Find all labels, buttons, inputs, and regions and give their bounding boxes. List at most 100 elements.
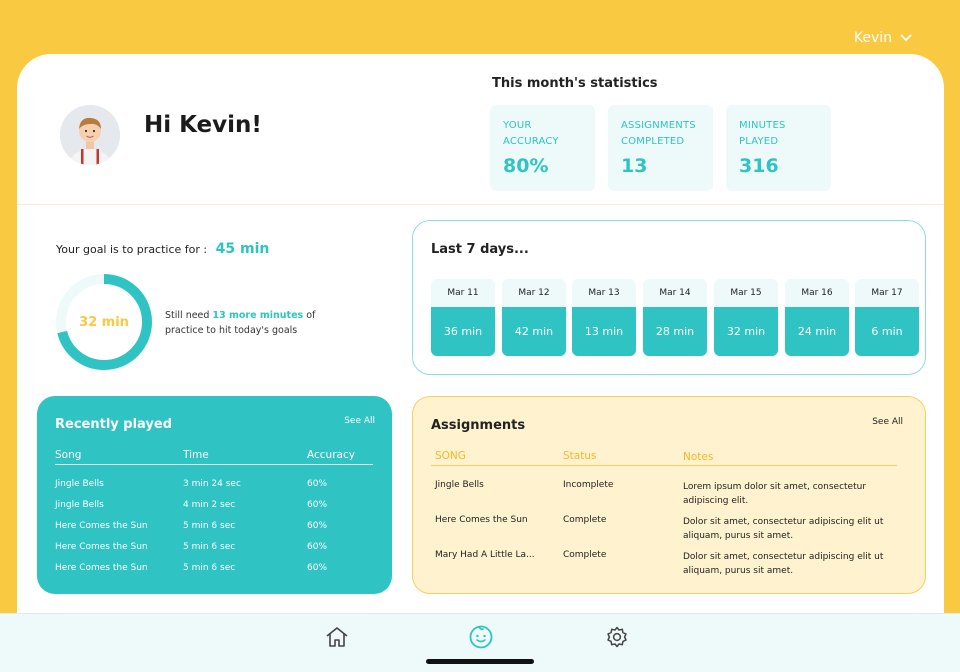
song-cell: Here Comes the Sun: [55, 521, 148, 531]
day-date: Mar 17: [871, 288, 903, 298]
stat-label: ASSIGNMENTS: [621, 120, 696, 131]
day-card[interactable]: Mar 17 6 min: [855, 279, 919, 356]
day-card[interactable]: Mar 11 36 min: [431, 279, 495, 356]
stat-label: ACCURACY: [503, 136, 559, 147]
status-cell: Complete: [563, 550, 607, 560]
kid-face-icon[interactable]: [468, 624, 494, 650]
table-row[interactable]: Jingle Bells 3 min 24 sec 60%: [55, 479, 373, 493]
time-cell: 5 min 6 sec: [183, 521, 236, 531]
user-menu[interactable]: Kevin: [854, 30, 912, 46]
column-header-accuracy[interactable]: Accuracy: [307, 449, 355, 461]
recently-played-table-header: Song Time Accuracy: [55, 449, 373, 465]
main-card: Hi Kevin! This month's statistics YOUR A…: [17, 54, 944, 634]
need-prefix: Still need: [165, 310, 213, 321]
stats-title: This month's statistics: [492, 76, 658, 91]
goal-progress-ring: 32 min: [54, 272, 154, 372]
goal-value: 45 min: [215, 241, 270, 257]
day-minutes: 42 min: [502, 307, 566, 356]
gear-icon[interactable]: [604, 624, 630, 650]
table-row[interactable]: Here Comes the Sun 5 min 6 sec 60%: [55, 563, 373, 577]
column-header-notes[interactable]: Notes: [683, 450, 903, 464]
day-minutes: 6 min: [855, 307, 919, 356]
table-row[interactable]: Here Comes the Sun 5 min 6 sec 60%: [55, 542, 373, 556]
day-date: Mar 14: [659, 288, 691, 298]
song-cell: Mary Had A Little La...: [435, 550, 535, 560]
day-minutes: 13 min: [572, 307, 636, 356]
table-row[interactable]: Jingle Bells 4 min 2 sec 60%: [55, 500, 373, 514]
table-row[interactable]: Here Comes the Sun Complete Dolor sit am…: [431, 515, 897, 545]
need-highlight: 13 more minutes: [212, 310, 304, 321]
assignments-table-header: SONG Status Notes: [431, 450, 897, 466]
day-card[interactable]: Mar 15 32 min: [714, 279, 778, 356]
stat-card-accuracy: YOUR ACCURACY 80%: [490, 105, 595, 191]
column-header-song[interactable]: Song: [55, 449, 81, 461]
song-cell: Jingle Bells: [55, 479, 104, 489]
accuracy-cell: 60%: [307, 500, 328, 510]
song-cell: Here Comes the Sun: [55, 563, 148, 573]
recently-played-panel: Recently played See All Song Time Accura…: [37, 396, 392, 594]
day-card[interactable]: Mar 14 28 min: [643, 279, 707, 356]
time-cell: 3 min 24 sec: [183, 479, 241, 489]
song-cell: Here Comes the Sun: [435, 515, 528, 525]
day-card[interactable]: Mar 12 42 min: [502, 279, 566, 356]
goal-progress-text: 32 min: [79, 314, 129, 330]
greeting: Hi Kevin!: [144, 112, 262, 138]
day-date: Mar 15: [730, 288, 762, 298]
day-date: Mar 11: [447, 288, 479, 298]
day-minutes: 28 min: [643, 307, 707, 356]
stat-label: MINUTES: [739, 120, 786, 131]
song-cell: Jingle Bells: [435, 480, 484, 490]
stat-value: 13: [621, 155, 648, 177]
last-7-days-title: Last 7 days...: [431, 242, 529, 257]
assignments-panel: Assignments See All SONG Status Notes Ji…: [412, 396, 926, 594]
still-need-text: Still need 13 more minutes of practice t…: [165, 308, 315, 338]
accuracy-cell: 60%: [307, 521, 328, 531]
table-row[interactable]: Jingle Bells Incomplete Lorem ipsum dolo…: [431, 480, 897, 510]
day-date: Mar 13: [588, 288, 620, 298]
bottom-nav-bar: [0, 613, 960, 672]
need-suffix: of: [303, 310, 316, 321]
home-icon[interactable]: [324, 624, 350, 650]
song-cell: Jingle Bells: [55, 500, 104, 510]
status-cell: Complete: [563, 515, 607, 525]
status-cell: Incomplete: [563, 480, 614, 490]
day-date: Mar 12: [518, 288, 550, 298]
song-cell: Here Comes the Sun: [55, 542, 148, 552]
time-cell: 4 min 2 sec: [183, 500, 236, 510]
table-row[interactable]: Mary Had A Little La... Complete Dolor s…: [431, 550, 897, 580]
need-line2: practice to hit today's goals: [165, 325, 298, 336]
header-section: Hi Kevin! This month's statistics YOUR A…: [17, 54, 944, 205]
day-minutes: 24 min: [785, 307, 849, 356]
last-7-days-panel: Last 7 days... Mar 11 36 min Mar 12 42 m…: [412, 220, 926, 375]
stat-card-assignments: ASSIGNMENTS COMPLETED 13: [608, 105, 713, 191]
assignments-see-all-link[interactable]: See All: [872, 417, 903, 427]
table-row[interactable]: Here Comes the Sun 5 min 6 sec 60%: [55, 521, 373, 535]
column-header-song[interactable]: SONG: [435, 450, 466, 462]
column-header-status[interactable]: Status: [563, 450, 596, 462]
day-card[interactable]: Mar 13 13 min: [572, 279, 636, 356]
accuracy-cell: 60%: [307, 479, 328, 489]
stat-value: 316: [739, 155, 779, 177]
recently-played-see-all-link[interactable]: See All: [344, 416, 375, 426]
goal-text: Your goal is to practice for : 45 min: [56, 241, 269, 257]
column-header-time[interactable]: Time: [183, 449, 209, 461]
accuracy-cell: 60%: [307, 563, 328, 573]
user-name: Kevin: [853, 30, 892, 46]
time-cell: 5 min 6 sec: [183, 563, 236, 573]
stat-value: 80%: [503, 155, 549, 177]
stat-card-minutes: MINUTES PLAYED 316: [726, 105, 831, 191]
time-cell: 5 min 6 sec: [183, 542, 236, 552]
avatar: [60, 105, 120, 165]
accuracy-cell: 60%: [307, 542, 328, 552]
day-date: Mar 16: [801, 288, 833, 298]
stat-label: YOUR: [503, 120, 532, 131]
day-minutes: 36 min: [431, 307, 495, 356]
goal-label: Your goal is to practice for :: [56, 243, 208, 256]
home-indicator: [426, 659, 534, 664]
notes-cell: Dolor sit amet, consectetur adipiscing e…: [683, 552, 884, 576]
notes-cell: Dolor sit amet, consectetur adipiscing e…: [683, 517, 884, 541]
chevron-down-icon: [900, 34, 912, 42]
recently-played-title: Recently played: [55, 417, 173, 432]
stat-label: COMPLETED: [621, 136, 685, 147]
day-card[interactable]: Mar 16 24 min: [785, 279, 849, 356]
